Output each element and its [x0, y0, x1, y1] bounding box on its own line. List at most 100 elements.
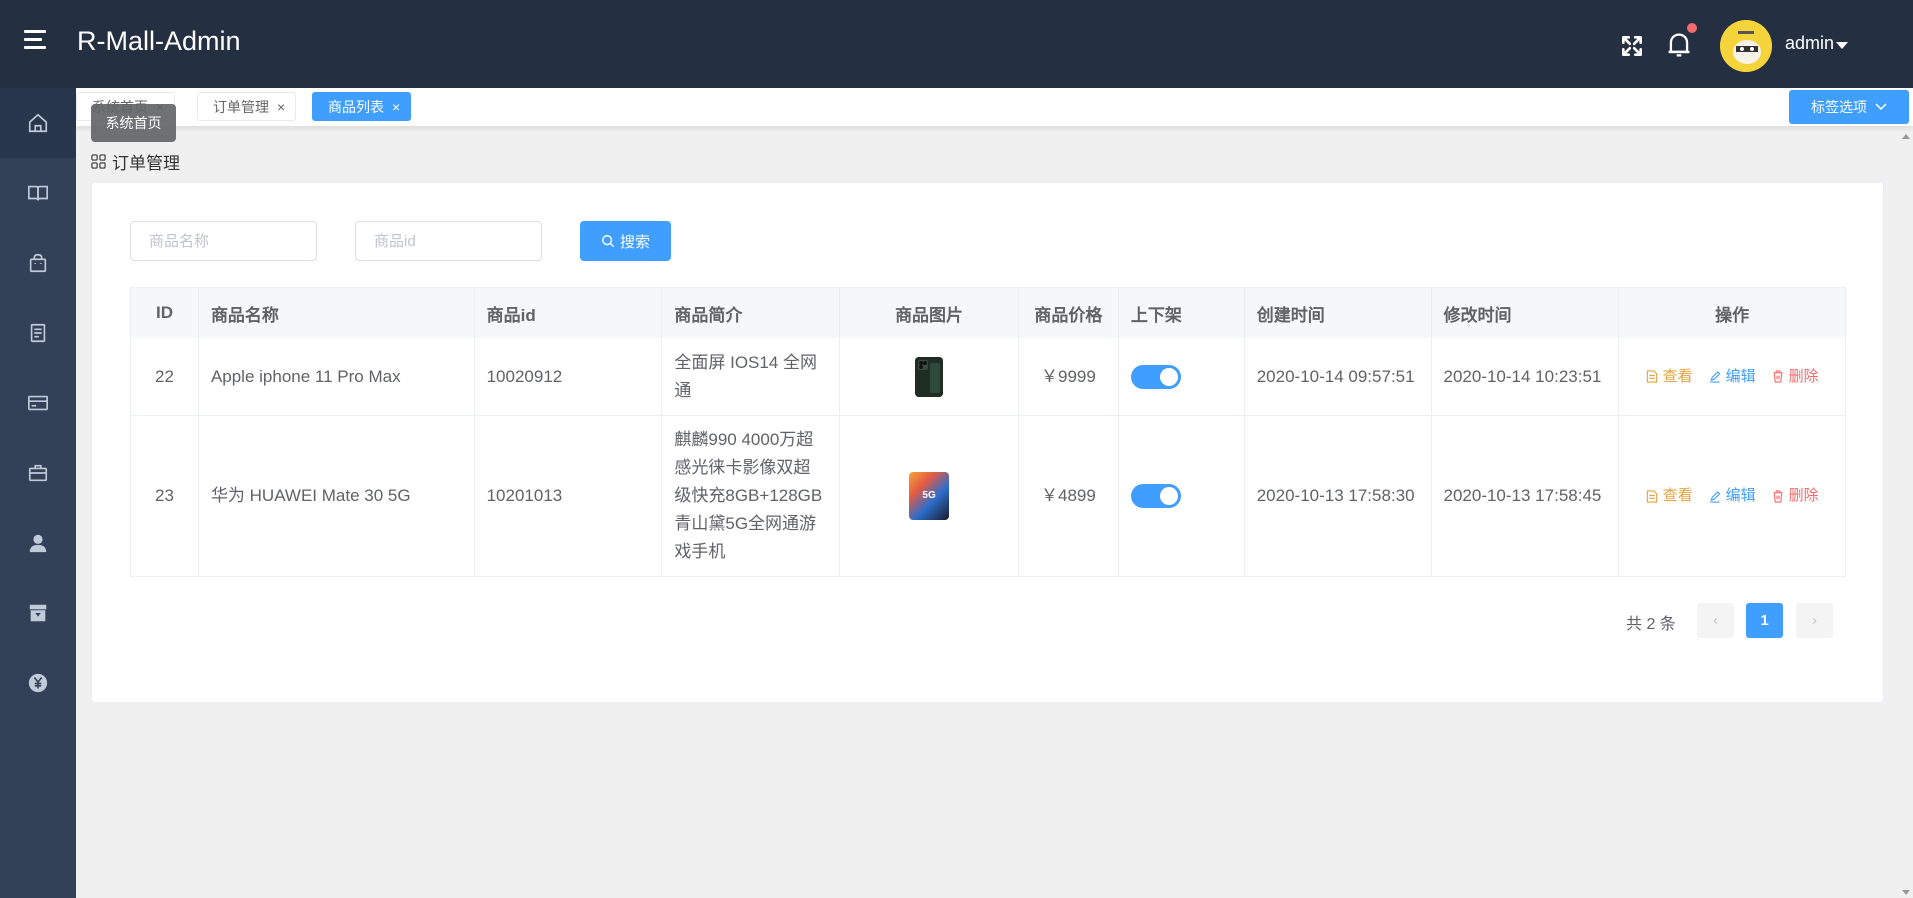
document-icon [1646, 370, 1657, 383]
cell-id: 23 [131, 416, 199, 576]
scroll-down-arrow[interactable] [1902, 890, 1910, 895]
cell-created: 2020-10-13 17:58:30 [1245, 416, 1432, 576]
cell-name: 华为 HUAWEI Mate 30 5G [199, 416, 475, 576]
avatar[interactable] [1720, 20, 1772, 72]
tag-options-label: 标签选项 [1811, 99, 1867, 115]
tag-goods-list[interactable]: 商品列表 × [312, 92, 412, 121]
cell-status [1119, 338, 1245, 415]
cell-description: 麒麟990 4000万超感光徕卡影像双超级快充8GB+128GB青山黛5G全网通… [662, 416, 841, 576]
archive-icon [29, 604, 47, 622]
table-row: 22 Apple iphone 11 Pro Max 10020912 全面屏 … [131, 338, 1845, 416]
prev-page-button[interactable]: ‹ [1697, 603, 1734, 638]
cell-name: Apple iphone 11 Pro Max [199, 338, 475, 415]
bell-icon[interactable] [1665, 30, 1693, 60]
close-icon[interactable]: × [392, 99, 400, 115]
column-header-description[interactable]: 商品简介 [662, 288, 841, 338]
document-icon [1646, 489, 1657, 503]
delete-label: 删除 [1788, 367, 1819, 385]
sidebar-item-archive[interactable] [0, 578, 76, 648]
cell-goods-id: 10201013 [475, 416, 663, 576]
column-header-id[interactable]: ID [131, 288, 199, 338]
cell-image: 5G [840, 416, 1019, 576]
sidebar-item-goods[interactable] [0, 228, 76, 298]
breadcrumb: 订单管理 [91, 149, 180, 174]
document-icon [30, 323, 46, 343]
tag-label: 订单管理 [213, 98, 269, 115]
yen-icon [28, 673, 48, 693]
card-icon [28, 395, 48, 411]
breadcrumb-label: 订单管理 [112, 154, 180, 173]
edit-button[interactable]: 编辑 [1709, 363, 1756, 391]
menu-toggle-icon[interactable] [24, 30, 52, 58]
column-header-created[interactable]: 创建时间 [1245, 288, 1432, 338]
tag-order-management[interactable]: 订单管理 × [197, 92, 297, 121]
cell-status [1119, 416, 1245, 576]
edit-button[interactable]: 编辑 [1709, 482, 1756, 510]
sidebar-item-briefcase[interactable] [0, 438, 76, 508]
edit-label: 编辑 [1725, 367, 1756, 385]
product-image[interactable] [915, 356, 944, 397]
view-button[interactable]: 查看 [1646, 363, 1693, 391]
search-icon [602, 235, 615, 248]
goods-id-input[interactable] [355, 221, 542, 261]
cell-image [840, 338, 1019, 415]
chevron-down-icon [1875, 103, 1887, 111]
edit-icon [1709, 490, 1721, 503]
cell-id: 22 [131, 338, 199, 415]
delete-button[interactable]: 删除 [1772, 363, 1819, 391]
table-row: 23 华为 HUAWEI Mate 30 5G 10201013 麒麟990 4… [131, 416, 1845, 576]
column-header-status[interactable]: 上下架 [1119, 288, 1245, 338]
edit-icon [1709, 371, 1721, 383]
shopping-bag-icon [29, 253, 47, 273]
cell-modified: 2020-10-13 17:58:45 [1432, 416, 1620, 576]
home-icon [28, 113, 48, 133]
product-image[interactable]: 5G [909, 472, 950, 520]
view-button[interactable]: 查看 [1646, 482, 1693, 510]
column-header-goods-id[interactable]: 商品id [475, 288, 663, 338]
book-icon [28, 185, 48, 201]
briefcase-icon [28, 464, 48, 482]
on-shelf-toggle[interactable] [1130, 484, 1181, 508]
trash-icon [1772, 370, 1783, 383]
next-page-button[interactable]: › [1796, 603, 1833, 638]
view-label: 查看 [1662, 487, 1693, 504]
view-label: 查看 [1662, 367, 1693, 385]
goods-name-input[interactable] [130, 221, 317, 261]
tag-options-button[interactable]: 标签选项 [1789, 90, 1909, 124]
column-header-image[interactable]: 商品图片 [840, 288, 1019, 338]
column-header-modified[interactable]: 修改时间 [1432, 288, 1620, 338]
on-shelf-toggle[interactable] [1130, 364, 1181, 389]
grid-icon [91, 154, 106, 169]
column-header-actions[interactable]: 操作 [1619, 288, 1845, 338]
pagination-total: 共 2 条 [1626, 616, 1676, 633]
delete-button[interactable]: 删除 [1772, 482, 1819, 510]
close-icon[interactable]: × [277, 99, 285, 115]
app-title: R-Mall-Admin [77, 26, 241, 56]
cell-price: ￥4899 [1019, 416, 1119, 576]
edit-label: 编辑 [1725, 487, 1756, 504]
sidebar-item-document[interactable] [0, 298, 76, 368]
content-card: 搜索 ID 商品名称 商品id 商品简介 商品图片 商品价格 上下架 创建时间 … [91, 182, 1884, 703]
sidebar-item-home[interactable] [0, 88, 76, 158]
fullscreen-icon[interactable] [1619, 33, 1645, 59]
delete-label: 删除 [1788, 487, 1819, 504]
sidebar-item-user[interactable] [0, 508, 76, 578]
scroll-up-arrow[interactable] [1902, 134, 1910, 139]
user-name[interactable]: admin [1785, 33, 1834, 54]
user-icon [29, 534, 47, 553]
tag-label: 商品列表 [328, 98, 384, 115]
tags-bar: 系统首页 × 订单管理 × 商品列表 × [76, 88, 1913, 126]
sidebar-item-finance[interactable] [0, 648, 76, 718]
column-header-name[interactable]: 商品名称 [199, 288, 475, 338]
cell-created: 2020-10-14 09:57:51 [1245, 338, 1432, 415]
column-header-price[interactable]: 商品价格 [1019, 288, 1119, 338]
notification-badge [1687, 23, 1697, 33]
goods-table: ID 商品名称 商品id 商品简介 商品图片 商品价格 上下架 创建时间 修改时… [130, 287, 1846, 577]
sidebar-item-card[interactable] [0, 368, 76, 438]
caret-down-icon[interactable] [1836, 42, 1848, 49]
search-button[interactable]: 搜索 [580, 221, 671, 261]
sidebar-item-book[interactable] [0, 158, 76, 228]
cell-description: 全面屏 IOS14 全网通 [662, 338, 841, 415]
page-1-button[interactable]: 1 [1746, 603, 1783, 638]
cell-price: ￥9999 [1019, 338, 1119, 415]
